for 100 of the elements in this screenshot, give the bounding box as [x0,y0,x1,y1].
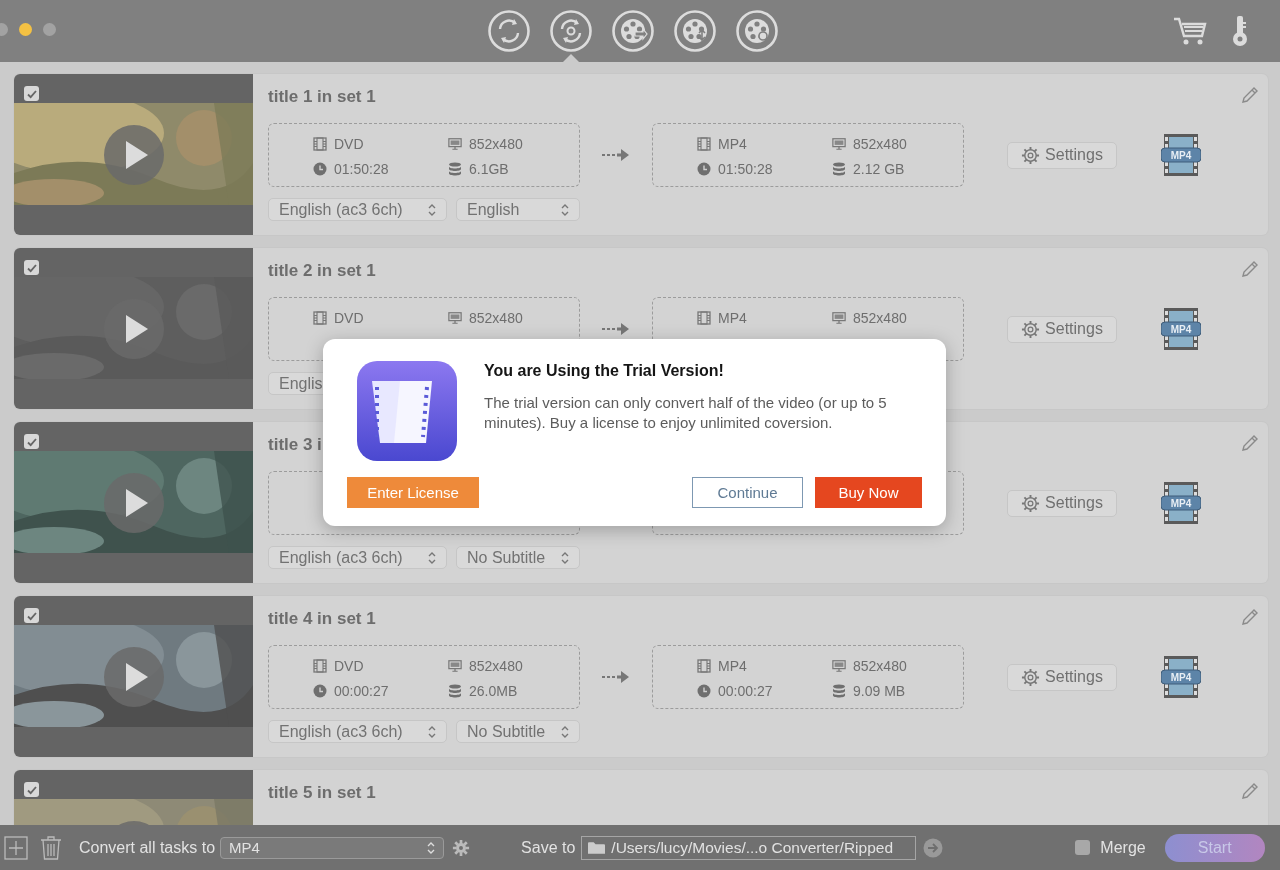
media-info-text: 01:50:28 [718,160,773,177]
media-info-text: MP4 [718,309,747,326]
settings-button[interactable]: Settings [1007,489,1117,517]
media-info-text: 01:50:28 [334,160,389,177]
media-info-text: 852x480 [853,309,907,326]
pencil-icon[interactable] [1240,433,1260,453]
dialog-message: The trial version can only convert half of the video (or up to 5 minutes). Buy a license to enjoy unlimited coversion. [484,393,888,433]
continue-button[interactable]: Continue [692,477,803,508]
window-minimize-button[interactable] [19,23,32,36]
film-icon [313,658,327,673]
film-icon [697,136,711,151]
output-path-text: /Users/lucy/Movies/...o Converter/Ripped [611,838,893,857]
window-zoom-button[interactable] [43,23,56,36]
arrow-icon [602,149,630,161]
clock-icon [313,161,327,176]
pencil-icon[interactable] [1240,259,1260,279]
folder-icon [588,840,606,855]
film-icon [697,658,711,673]
task-title: title 1 in set 1 [268,86,376,108]
media-info-text: 852x480 [469,135,523,152]
trash-icon[interactable] [40,835,62,860]
subtitle-select[interactable]: No Subtitle [456,546,580,569]
media-info-text: 2.12 GB [853,160,905,177]
gear-icon [1021,493,1041,513]
pencil-icon[interactable] [1240,607,1260,627]
merge-label: Merge [1100,838,1146,857]
clock-icon [313,683,327,698]
chevron-up-down-icon [561,202,569,217]
media-info-text: DVD [334,135,364,152]
gear-icon [1021,319,1041,339]
checkbox[interactable] [24,434,39,449]
settings-button[interactable]: Settings [1007,315,1117,343]
media-info-text: MP4 [718,135,747,152]
app-logo-icon [357,361,457,461]
mp4-format-icon[interactable]: MP4 [1161,656,1201,698]
film-icon [697,310,711,325]
settings-icon[interactable] [452,838,471,857]
audio-track-select[interactable]: English (ac3 6ch) [268,198,447,221]
media-info-text: 852x480 [853,135,907,152]
play-button[interactable] [104,125,164,185]
audio-track-select[interactable]: English (ac3 6ch) [268,546,447,569]
mp4-format-icon[interactable]: MP4 [1161,482,1201,524]
buy-now-button[interactable]: Buy Now [815,477,922,508]
chevron-up-down-icon [428,202,436,217]
chevron-up-down-icon [428,724,436,739]
media-info-text: DVD [334,309,364,326]
key-icon[interactable] [1230,15,1250,47]
play-button[interactable] [104,647,164,707]
task-title: title 4 in set 1 [268,608,376,630]
checkbox[interactable] [24,260,39,275]
monitor-icon [832,136,846,151]
checkbox[interactable] [24,86,39,101]
media-info-text: 852x480 [853,657,907,674]
pencil-icon[interactable] [1240,781,1260,801]
monitor-icon [448,310,462,325]
settings-button[interactable]: Settings [1007,141,1117,169]
chevron-up-down-icon [427,840,436,855]
monitor-icon [832,310,846,325]
film-icon [313,136,327,151]
checkbox[interactable] [24,782,39,797]
media-info-text: 9.09 MB [853,682,906,699]
merge-checkbox[interactable] [1075,840,1091,855]
media-info-text: 00:00:27 [718,682,773,699]
play-button[interactable] [104,473,164,533]
task-title: title 3 i [268,434,322,456]
cart-icon[interactable] [1173,16,1207,46]
media-info-text: 26.0MB [469,682,518,699]
chevron-up-down-icon [561,550,569,565]
convert-label: Convert all tasks to [79,838,216,857]
chevron-up-down-icon [561,724,569,739]
checkbox[interactable] [24,608,39,623]
dialog-title: You are Using the Trial Version! [484,362,725,380]
output-path-field[interactable]: /Users/lucy/Movies/...o Converter/Ripped [581,835,917,860]
subtitle-select[interactable]: No Subtitle [456,720,580,743]
database-icon [448,683,462,698]
gear-icon [1021,145,1041,165]
film-icon [313,310,327,325]
settings-button[interactable]: Settings [1007,663,1117,691]
audio-track-select[interactable]: English (ac3 6ch) [268,720,447,743]
monitor-icon [832,658,846,673]
arrow-right-icon[interactable] [923,837,944,858]
clock-icon [697,683,711,698]
media-info-text: MP4 [718,657,747,674]
start-button[interactable]: Start [1164,833,1265,862]
enter-license-button[interactable]: Enter License [347,477,479,508]
clock-icon [697,161,711,176]
media-info-text: DVD [334,657,364,674]
mp4-format-icon[interactable]: MP4 [1161,134,1201,176]
database-icon [832,161,846,176]
chevron-up-down-icon [428,550,436,565]
add-icon[interactable] [4,835,28,860]
monitor-icon [448,136,462,151]
task-title: title 2 in set 1 [268,260,376,282]
database-icon [832,683,846,698]
save-to-label: Save to [521,838,576,857]
pencil-icon[interactable] [1240,85,1260,105]
database-icon [448,161,462,176]
mp4-format-icon[interactable]: MP4 [1161,308,1201,350]
format-select[interactable]: MP4 [220,836,445,859]
subtitle-select[interactable]: English [456,198,580,221]
